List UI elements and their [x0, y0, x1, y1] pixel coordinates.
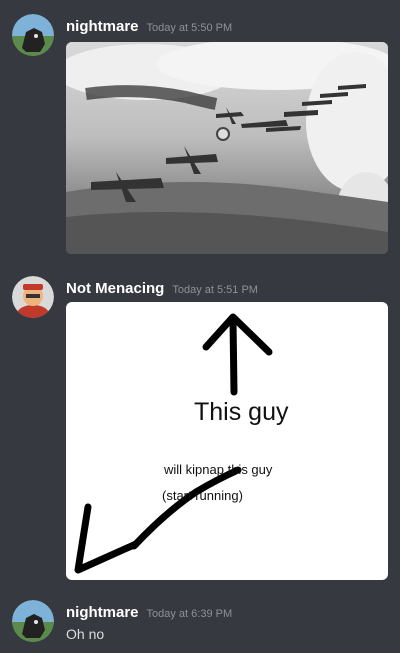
message-timestamp: Today at 6:39 PM: [146, 608, 233, 620]
meme-caption-line-2: (start running): [162, 488, 243, 503]
meme-caption-title: This guy: [194, 398, 289, 426]
message-text: Oh no: [66, 626, 105, 642]
meme-caption-line-1: will kipnap this guy: [164, 462, 273, 477]
avatar-not-menacing[interactable]: [12, 276, 54, 318]
author-name[interactable]: nightmare Today at 5:50 PM: [66, 18, 232, 35]
avatar-nightmare[interactable]: [12, 14, 54, 56]
author-name[interactable]: Not Menacing Today at 5:51 PM: [66, 280, 258, 297]
avatar-nightmare[interactable]: [12, 600, 54, 642]
message-timestamp: Today at 5:51 PM: [172, 284, 258, 296]
user-avatar-icon: [12, 14, 54, 56]
user-avatar-icon: [12, 600, 54, 642]
hand-drawn-arrows: [74, 313, 273, 574]
user-avatar-icon: [12, 276, 54, 318]
image-attachment[interactable]: [66, 42, 388, 254]
author-name[interactable]: nightmare Today at 6:39 PM: [66, 604, 232, 621]
aircraft-photo: [66, 42, 388, 254]
message-timestamp: Today at 5:50 PM: [146, 22, 233, 34]
meme-image-attachment[interactable]: This guy will kipnap this guy (start run…: [66, 302, 388, 580]
